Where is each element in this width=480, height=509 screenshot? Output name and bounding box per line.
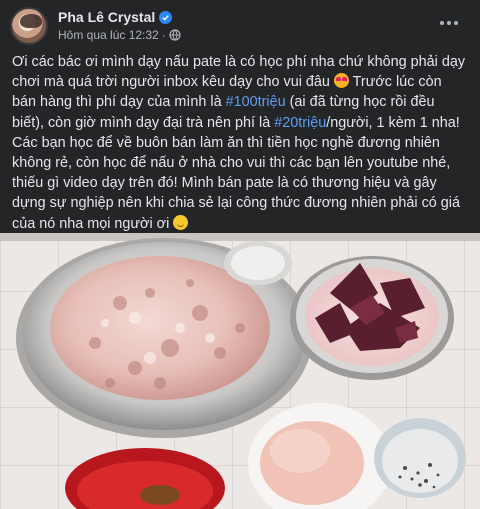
pate-ingredients-photo bbox=[0, 233, 480, 509]
author-name-row: Pha Lê Crystal bbox=[58, 8, 173, 26]
post-text-line: Ơi các bác ơi mình dạy nấu pate là có họ… bbox=[12, 52, 474, 72]
verified-badge-icon bbox=[159, 10, 173, 24]
post-text-line: không rẻ, còn học để nấu ở nhà cho vui t… bbox=[12, 153, 474, 173]
hashtag-link[interactable]: #100triệu bbox=[226, 94, 286, 110]
smile-emoji-icon bbox=[173, 214, 189, 230]
post-timestamp[interactable]: Hôm qua lúc 12:32 bbox=[58, 28, 159, 42]
post-text-segment: Các bạn học để về buôn bán làm ăn thì ti… bbox=[12, 134, 440, 151]
post-text-segment: Trước lúc còn bbox=[348, 74, 442, 91]
post-text-segment: không rẻ, còn học để nấu ở nhà cho vui t… bbox=[12, 155, 451, 172]
post-text-line: thiếu gì video dạy trên đó! Mình bán pat… bbox=[12, 173, 474, 193]
post-header: Pha Lê Crystal Hôm qua lúc 12:32 · bbox=[0, 0, 480, 50]
post-text-segment: (ai đã từng học rồi đều bbox=[285, 94, 435, 111]
author-name[interactable]: Pha Lê Crystal bbox=[58, 9, 155, 25]
post-text: Ơi các bác ơi mình dạy nấu pate là có họ… bbox=[12, 52, 474, 234]
post-text-line: bán hàng thì phí dạy của mình là #100tri… bbox=[12, 92, 474, 112]
post-meta: Hôm qua lúc 12:32 · bbox=[58, 27, 181, 43]
meta-separator: · bbox=[161, 28, 166, 42]
author-avatar[interactable] bbox=[10, 7, 48, 45]
post-text-segment: dựng sự nghiệp nên khi chia sẻ lại công … bbox=[12, 195, 460, 212]
post-text-segment: Ơi các bác ơi mình dạy nấu pate là có họ… bbox=[12, 54, 466, 70]
post-text-segment: của nó nha mọi người ơi bbox=[12, 215, 174, 232]
hashtag-link[interactable]: #20triệu bbox=[274, 115, 326, 131]
post-text-segment: biết), còn giờ mình dạy đại trà nên phí … bbox=[12, 114, 275, 131]
post-text-segment: bán hàng thì phí dạy của mình là bbox=[12, 94, 226, 111]
post-text-line: của nó nha mọi người ơi bbox=[12, 214, 474, 234]
post-photo[interactable] bbox=[0, 233, 480, 509]
post-text-segment: chơi mà quá trời người inbox kêu dạy cho… bbox=[12, 74, 334, 91]
globe-icon[interactable] bbox=[169, 29, 181, 41]
heart-eyes-emoji-icon bbox=[333, 73, 349, 89]
post-text-line: dựng sự nghiệp nên khi chia sẻ lại công … bbox=[12, 193, 474, 213]
more-options-icon[interactable] bbox=[436, 12, 462, 34]
post-text-line: Các bạn học để về buôn bán làm ăn thì ti… bbox=[12, 133, 474, 153]
post-text-segment: /người, 1 kèm 1 nha! bbox=[326, 114, 460, 131]
post-text-line: biết), còn giờ mình dạy đại trà nên phí … bbox=[12, 113, 474, 133]
post-text-segment: thiếu gì video dạy trên đó! Mình bán pat… bbox=[12, 175, 437, 192]
post-text-line: chơi mà quá trời người inbox kêu dạy cho… bbox=[12, 72, 474, 92]
